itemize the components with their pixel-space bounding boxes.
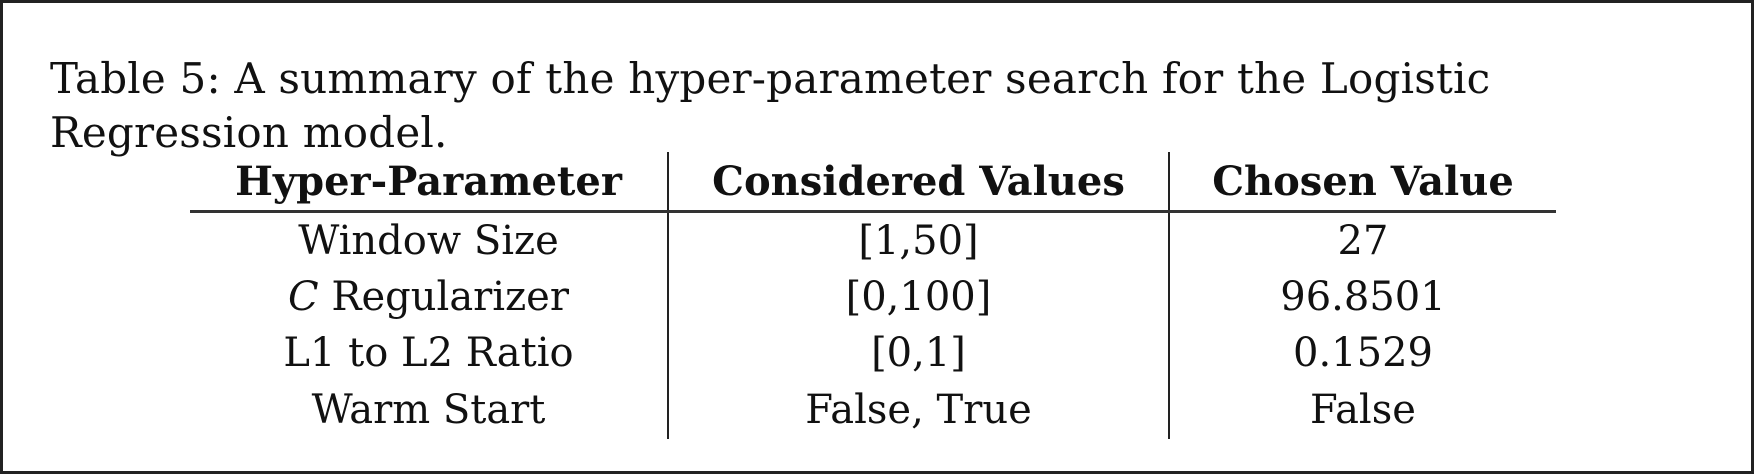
cell-considered: [0,100] — [668, 269, 1170, 325]
cell-considered: [0,1] — [668, 325, 1170, 381]
table-row: C Regularizer [0,100] 96.8501 — [190, 269, 1556, 325]
parameter-name: Regularizer — [318, 274, 569, 320]
table-caption: Table 5: A summary of the hyper-paramete… — [50, 54, 1491, 157]
cell-chosen: 96.8501 — [1280, 274, 1446, 320]
table-row: Window Size [1,50] 27 — [190, 211, 1556, 269]
cell-parameter: C Regularizer — [190, 269, 669, 325]
cell-chosen: 27 — [1337, 218, 1389, 264]
parameter-name: Window Size — [298, 218, 559, 264]
cell-chosen: False — [1310, 387, 1416, 433]
header-considered-values: Considered Values — [668, 152, 1170, 213]
table-row: Warm Start False, True False — [190, 381, 1556, 439]
parameter-name: L1 to L2 Ratio — [283, 330, 574, 376]
hyperparameter-table: Hyper-Parameter Considered Values Chosen… — [190, 152, 1556, 439]
parameter-symbol: C — [288, 274, 319, 320]
cell-parameter: Window Size — [190, 211, 669, 269]
header-hyper-parameter: Hyper-Parameter — [190, 152, 669, 213]
cell-chosen: 0.1529 — [1293, 330, 1433, 376]
cell-parameter: Warm Start — [190, 381, 669, 439]
cell-parameter: L1 to L2 Ratio — [190, 325, 669, 381]
cell-considered: [1,50] — [668, 211, 1170, 269]
cell-considered: False, True — [668, 381, 1170, 439]
parameter-name: Warm Start — [311, 387, 546, 433]
header-row: Hyper-Parameter Considered Values Chosen… — [190, 152, 1556, 213]
table-row: L1 to L2 Ratio [0,1] 0.1529 — [190, 325, 1556, 381]
header-chosen-value: Chosen Value — [1169, 152, 1556, 213]
